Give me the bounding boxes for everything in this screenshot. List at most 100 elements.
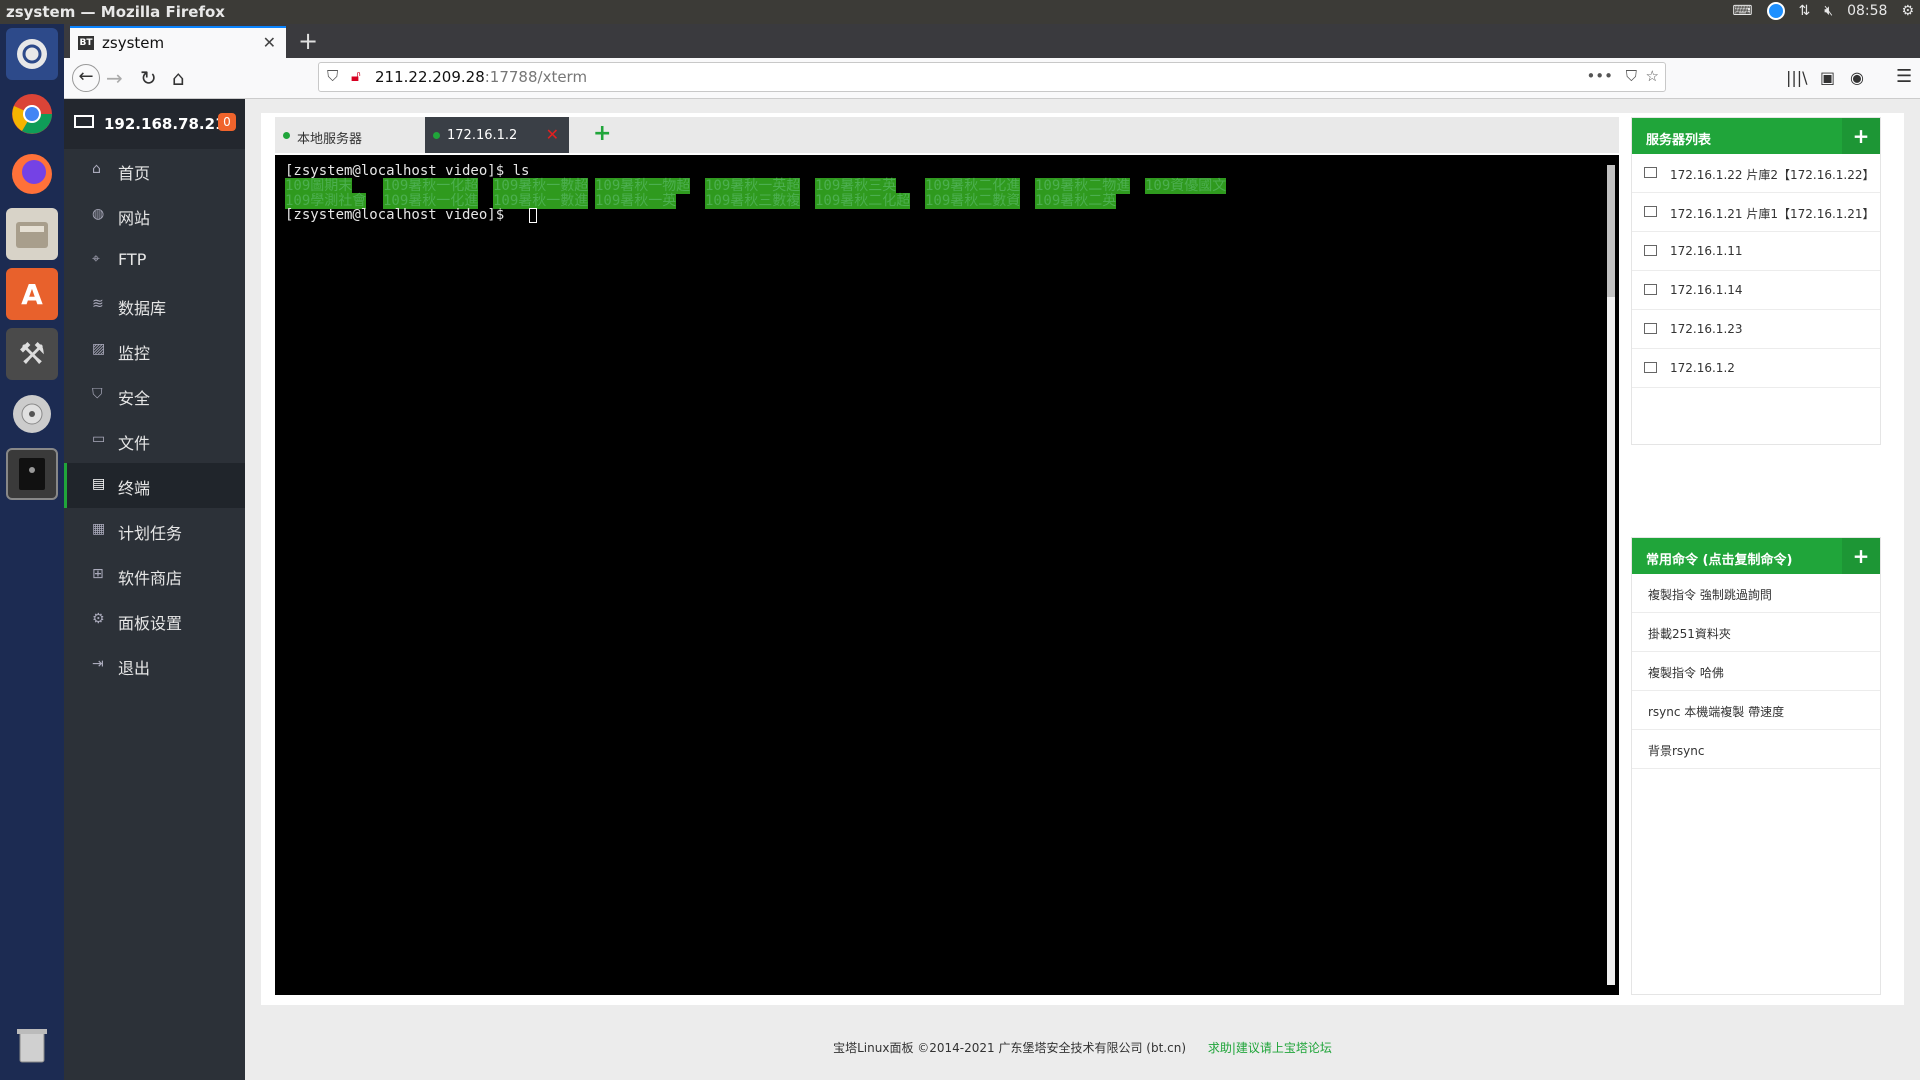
directory-entry: 109暑秋二化進 [925, 178, 1021, 194]
server-list-panel: 服务器列表 + 172.16.1.22 片庫2【172.16.1.22】 172.… [1631, 117, 1881, 445]
menu-hamburger-icon[interactable]: ☰ [1896, 66, 1912, 87]
files-icon[interactable] [6, 208, 58, 260]
footer-copyright: 宝塔Linux面板 ©2014-2021 广东堡塔安全技术有限公司 (bt.cn… [833, 1041, 1186, 1055]
home-icon: ⌂ [92, 161, 101, 177]
directory-entry: 109資優國文 [1145, 178, 1227, 194]
account-icon[interactable]: ◉ [1850, 68, 1864, 87]
favicon-icon: BT [78, 36, 94, 50]
page-actions-icon[interactable]: ••• [1586, 67, 1613, 85]
add-command-button[interactable]: + [1842, 538, 1880, 574]
sidebar-item-website[interactable]: ◍ 网站 [64, 193, 245, 238]
chrome-icon[interactable] [6, 88, 58, 140]
volume-muted-icon[interactable]: 🔇︎ [1824, 3, 1833, 19]
notification-badge[interactable]: 0 [218, 113, 236, 131]
terminal-window-icon [1644, 206, 1657, 217]
back-icon[interactable]: ← [72, 64, 100, 92]
teamviewer-icon[interactable] [1766, 2, 1785, 20]
terminal-prompt: [zsystem@localhost video]$ [285, 207, 513, 223]
sidebar-item-store[interactable]: ⊞ 软件商店 [64, 553, 245, 598]
sidebar-item-settings[interactable]: ⚙ 面板设置 [64, 598, 245, 643]
status-dot [283, 132, 290, 139]
server-list-item[interactable]: 172.16.1.11 [1632, 232, 1880, 271]
command-list-item[interactable]: 複製指令 哈佛 [1632, 652, 1880, 691]
calendar-icon: ▦ [92, 521, 106, 537]
footer-forum-link[interactable]: 求助|建议请上宝塔论坛 [1208, 1041, 1332, 1055]
disc-icon[interactable] [6, 388, 58, 440]
terminal-card: 本地服务器 172.16.1.2 ✕ + [zsystem@localhost … [261, 113, 1904, 1005]
bookmark-star-icon[interactable]: ☆ [1646, 67, 1659, 85]
sidebar-toggle-icon[interactable]: ▣ [1820, 68, 1835, 87]
software-center-icon[interactable]: A [6, 268, 58, 320]
keyboard-icon[interactable]: ⌨ [1732, 3, 1752, 19]
server-list-item[interactable]: 172.16.1.2 [1632, 349, 1880, 388]
directory-entry: 109暑秋一物超 [595, 178, 691, 194]
command-list-item[interactable]: rsync 本機端複製 帶速度 [1632, 691, 1880, 730]
close-tab-icon[interactable]: ✕ [546, 125, 559, 144]
close-tab-icon[interactable]: ✕ [263, 33, 276, 52]
status-dot [433, 132, 440, 139]
terminal-window-icon [1644, 323, 1657, 334]
sidebar-item-terminal[interactable]: ▤ 终端 [64, 463, 245, 508]
commands-title: 常用命令 (点击复制命令) [1646, 553, 1793, 568]
add-tab-icon[interactable]: + [593, 121, 611, 146]
tab-remote-server[interactable]: 172.16.1.2 ✕ [425, 117, 569, 153]
settings-gear-icon[interactable]: ⚙ [1901, 3, 1914, 19]
new-tab-icon[interactable]: + [298, 27, 318, 55]
command-list-item[interactable]: 複製指令 強制跳過詢問 [1632, 574, 1880, 613]
sidebar-item-security[interactable]: ⛉ 安全 [64, 373, 245, 418]
insecure-lock-icon[interactable]: 🔓︎ [351, 67, 361, 85]
tab-title: zsystem [102, 34, 165, 52]
home-button-icon[interactable]: ⌂ [172, 66, 185, 90]
terminal-app-icon[interactable] [6, 448, 58, 500]
directory-entry: 109暑秋二英 [1035, 193, 1117, 209]
panel-sidebar: 192.168.78.214 0 ⌂ 首页 ◍ 网站 ⌖ FTP ≋ 数据库 ▨ 监控 ⛉… [64, 99, 245, 1080]
server-list-item[interactable]: 172.16.1.14 [1632, 271, 1880, 310]
server-list-item[interactable]: 172.16.1.22 片庫2【172.16.1.22】 [1632, 154, 1880, 193]
directory-entry: 109暑秋一化超 [383, 178, 479, 194]
terminal-screen[interactable]: [zsystem@localhost video]$ ls 109圖期末 109暑… [275, 155, 1619, 995]
firefox-icon[interactable] [6, 148, 58, 200]
terminal-scrollbar[interactable] [1607, 165, 1615, 985]
sidebar-item-cron[interactable]: ▦ 计划任务 [64, 508, 245, 553]
shield-tracking-icon[interactable]: ⛉ [327, 67, 338, 85]
directory-entry: 109暑秋二化超 [815, 193, 911, 209]
sidebar-item-ftp[interactable]: ⌖ FTP [64, 238, 245, 283]
command-list-item[interactable]: 掛載251資料夾 [1632, 613, 1880, 652]
terminal-icon: ▤ [92, 476, 106, 492]
add-server-button[interactable]: + [1842, 118, 1880, 154]
trash-icon[interactable] [6, 1020, 58, 1072]
browser-tab-strip: BT zsystem ✕ + [64, 24, 1920, 58]
ubuntu-dash-icon[interactable] [6, 28, 58, 80]
logout-icon: ⇥ [92, 656, 104, 672]
reload-icon[interactable]: ↻ [140, 66, 157, 90]
network-icon[interactable]: ⇅ [1799, 3, 1811, 19]
command-list-item[interactable]: 背景rsync [1632, 730, 1880, 769]
server-list-item[interactable]: 172.16.1.21 片庫1【172.16.1.21】 [1632, 193, 1880, 232]
directory-entry: 109暑秋二物進 [1035, 178, 1131, 194]
forward-icon[interactable]: → [106, 66, 123, 90]
clock[interactable]: 08:58 [1847, 3, 1887, 19]
sidebar-item-files[interactable]: ▭ 文件 [64, 418, 245, 463]
scrollbar-thumb[interactable] [1607, 165, 1615, 297]
browser-tab[interactable]: BT zsystem ✕ [70, 26, 286, 58]
pocket-icon[interactable]: ⛉ [1626, 67, 1637, 85]
sidebar-item-database[interactable]: ≋ 数据库 [64, 283, 245, 328]
commands-panel: 常用命令 (点击复制命令) + 複製指令 強制跳過詢問 掛載251資料夾 複製指令 … [1631, 537, 1881, 995]
sidebar-item-logout[interactable]: ⇥ 退出 [64, 643, 245, 688]
monitor-screen-icon [74, 115, 94, 128]
terminal-window-icon [1644, 284, 1657, 295]
browser-nav-bar: ← → ↻ ⌂ ⛉ 🔓︎ 211.22.209.28:17788/xterm •… [64, 58, 1920, 99]
server-list-item[interactable]: 172.16.1.23 [1632, 310, 1880, 349]
directory-entry: 109圖期末 [285, 178, 353, 194]
page-footer: 宝塔Linux面板 ©2014-2021 广东堡塔安全技术有限公司 (bt.cn… [245, 1039, 1920, 1056]
system-tools-icon[interactable]: ⚒ [6, 328, 58, 380]
url-bar[interactable]: ⛉ 🔓︎ 211.22.209.28:17788/xterm ••• ⛉ ☆ [318, 62, 1666, 92]
library-icon[interactable]: |||\ [1786, 68, 1808, 87]
tab-local-server[interactable]: 本地服务器 [275, 117, 425, 153]
sidebar-item-monitor[interactable]: ▨ 监控 [64, 328, 245, 373]
sidebar-item-home[interactable]: ⌂ 首页 [64, 148, 245, 193]
ftp-icon: ⌖ [92, 251, 100, 267]
main-content: 本地服务器 172.16.1.2 ✕ + [zsystem@localhost … [245, 99, 1920, 1080]
terminal-tab-bar: 本地服务器 172.16.1.2 ✕ + [275, 117, 1619, 153]
directory-entry: 109暑秋一英 [595, 193, 677, 209]
